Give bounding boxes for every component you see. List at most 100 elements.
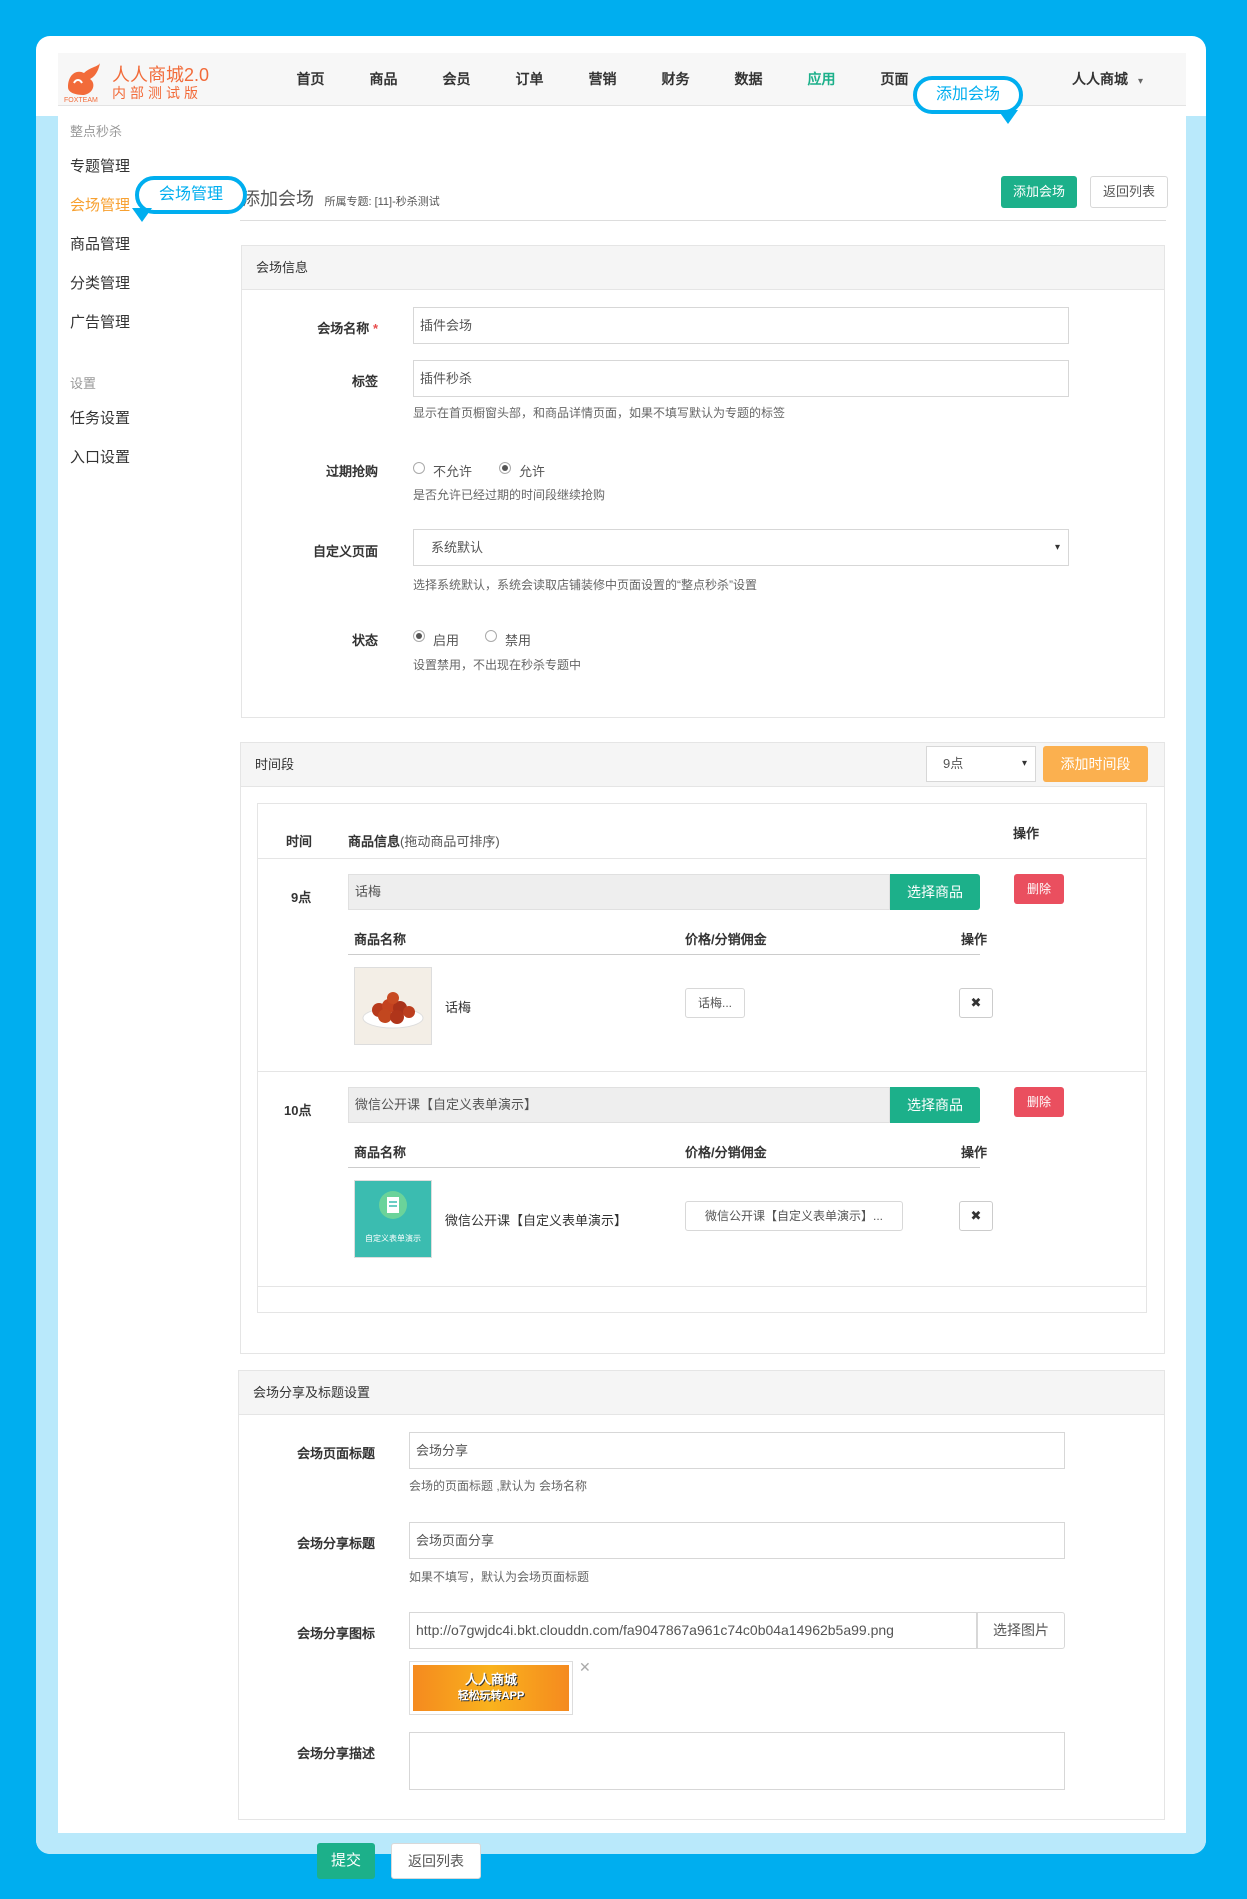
slot-9-goods-thumbnail [354, 967, 432, 1045]
user-name: 人人商城 [1072, 71, 1128, 87]
slot-10-delete-button[interactable]: 删除 [1014, 1087, 1064, 1117]
plum-image-icon [355, 968, 431, 1044]
submit-button[interactable]: 提交 [317, 1843, 375, 1879]
table-header-divider [258, 858, 1146, 859]
nav-data[interactable]: 数据 [712, 53, 785, 105]
select-caret-icon: ▾ [1054, 542, 1060, 553]
hour-select[interactable]: 9点 ▾ [926, 746, 1036, 782]
nav-orders[interactable]: 订单 [493, 53, 566, 105]
page-heading: 添加会场 所属专题: [11]-秒杀测试 [242, 185, 440, 211]
slot-9-subheader-divider [348, 954, 980, 955]
venue-info-panel: 会场信息 会场名称 * 插件会场 标签 插件秒杀 显示在首页橱窗头部，和商品详情… [241, 245, 1165, 718]
sidebar-item-venues[interactable]: 会场管理 [70, 194, 130, 215]
page-title-input[interactable]: 会场分享 [409, 1432, 1065, 1469]
custom-page-value: 系统默认 [431, 540, 484, 555]
add-venue-button[interactable]: 添加会场 [1001, 176, 1077, 208]
venue-name-input[interactable]: 插件会场 [413, 307, 1069, 344]
sidebar-item-task-settings[interactable]: 任务设置 [70, 407, 130, 428]
page-title-label: 会场页面标题 [296, 1446, 375, 1461]
col-action-header: 操作 [1013, 826, 1040, 841]
sidebar-item-ads[interactable]: 广告管理 [70, 311, 130, 332]
slot-10-thumb-caption: 自定义表单演示 [365, 1234, 421, 1243]
status-label: 状态 [351, 633, 378, 648]
brand-logo[interactable]: 人人商城2.0 内部测试版 FOXTEAM [64, 57, 214, 104]
hour-select-value: 9点 [943, 756, 964, 771]
tag-input[interactable]: 插件秒杀 [413, 360, 1069, 397]
venue-manage-callout-tail [132, 208, 152, 222]
page-subtitle: 所属专题: [11]-秒杀测试 [324, 196, 440, 208]
nav-finance[interactable]: 财务 [639, 53, 712, 105]
slot-10-subheader-divider [348, 1167, 980, 1168]
status-enable-label: 启用 [433, 633, 460, 648]
brand-small-text: FOXTEAM [64, 97, 98, 104]
hour-caret-icon: ▾ [1021, 758, 1027, 769]
slot-9-select-goods-button[interactable]: 选择商品 [890, 874, 980, 910]
slot-9-remove-goods-button[interactable]: ✖ [959, 988, 993, 1018]
nav-apps[interactable]: 应用 [785, 53, 858, 105]
add-venue-callout: 添加会场 [913, 76, 1023, 114]
required-mark: * [372, 321, 378, 336]
status-enable-radio[interactable] [413, 630, 425, 642]
remove-image-icon[interactable]: ✕ [579, 1659, 591, 1676]
slot-10-goods-name-header: 商品名称 [354, 1145, 407, 1160]
sidebar-item-topics[interactable]: 专题管理 [70, 155, 130, 176]
slot-9-title-input[interactable]: 话梅 [348, 874, 890, 910]
nav-marketing[interactable]: 营销 [566, 53, 639, 105]
slot-10-price-button[interactable]: 微信公开课【自定义表单演示】... [685, 1201, 903, 1231]
slot-10-select-goods-button[interactable]: 选择商品 [890, 1087, 980, 1123]
expired-allow-radio[interactable] [499, 462, 511, 474]
col-time-header: 时间 [286, 834, 313, 849]
slot-9-goods-name-header: 商品名称 [354, 932, 407, 947]
custom-page-select[interactable]: 系统默认 ▾ [413, 529, 1069, 566]
venue-info-title: 会场信息 [242, 246, 1164, 290]
main-nav: 首页 商品 会员 订单 营销 财务 数据 应用 页面 [274, 53, 931, 105]
nav-members[interactable]: 会员 [420, 53, 493, 105]
back-to-list-button[interactable]: 返回列表 [1090, 176, 1168, 208]
slot-9-action-header: 操作 [961, 932, 988, 947]
share-image-line1: 人人商城 [464, 1672, 517, 1687]
share-icon-label: 会场分享图标 [296, 1626, 375, 1641]
share-icon-url-input[interactable]: http://o7gwjdc4i.bkt.clouddn.com/fa90478… [409, 1612, 977, 1649]
slot-10-remove-goods-button[interactable]: ✖ [959, 1201, 993, 1231]
status-help-text: 设置禁用，不出现在秒杀专题中 [413, 658, 582, 672]
slot-time-10: 10点 [284, 1103, 312, 1118]
expired-purchase-label: 过期抢购 [325, 464, 378, 479]
sidebar-section-title: 整点秒杀 [70, 124, 123, 139]
share-title-label: 会场分享标题 [296, 1536, 375, 1551]
time-slot-panel: 时间段 9点 ▾ 添加时间段 时间 商品信息(拖动商品可排序) 操作 9点 话梅 … [240, 742, 1165, 1354]
share-desc-textarea[interactable] [409, 1732, 1065, 1790]
slot-10-title-input[interactable]: 微信公开课【自定义表单演示】 [348, 1087, 890, 1123]
slot-10-action-header: 操作 [961, 1145, 988, 1160]
share-desc-label: 会场分享描述 [296, 1746, 375, 1761]
col-goods-title: 商品信息 [348, 834, 401, 849]
slot-divider [258, 1071, 1146, 1072]
status-disable-label: 禁用 [505, 633, 532, 648]
table-bottom-divider [258, 1286, 1146, 1287]
slot-9-delete-button[interactable]: 删除 [1014, 874, 1064, 904]
share-title-help-text: 如果不填写，默认为会场页面标题 [409, 1570, 590, 1584]
select-image-button[interactable]: 选择图片 [977, 1612, 1065, 1649]
col-goods-header: 商品信息(拖动商品可排序) [348, 831, 500, 850]
expired-disallow-radio[interactable] [413, 462, 425, 474]
slot-9-price-button[interactable]: 话梅... [685, 988, 745, 1018]
sidebar-item-entry-settings[interactable]: 入口设置 [70, 446, 130, 467]
expired-allow-label: 允许 [519, 464, 546, 479]
footer-back-button[interactable]: 返回列表 [391, 1843, 481, 1879]
share-settings-title: 会场分享及标题设置 [239, 1371, 1164, 1415]
brand-subtitle: 内部测试版 [112, 85, 202, 101]
sidebar-item-goods[interactable]: 商品管理 [70, 233, 130, 254]
caret-down-icon: ▾ [1138, 76, 1144, 87]
add-time-slot-button[interactable]: 添加时间段 [1043, 746, 1148, 782]
sidebar-settings-title: 设置 [70, 376, 97, 391]
app-page: 人人商城2.0 内部测试版 FOXTEAM 首页 商品 会员 订单 营销 财务 … [58, 53, 1186, 1879]
user-menu[interactable]: 人人商城 ▾ [1072, 53, 1143, 108]
form-document-icon [379, 1191, 407, 1219]
slot-10-price-header: 价格/分销佣金 [685, 1145, 767, 1160]
nav-home[interactable]: 首页 [274, 53, 347, 105]
status-disable-radio[interactable] [485, 630, 497, 642]
nav-goods[interactable]: 商品 [347, 53, 420, 105]
sidebar-item-categories[interactable]: 分类管理 [70, 272, 130, 293]
expired-help-text: 是否允许已经过期的时间段继续抢购 [413, 488, 606, 502]
share-title-input[interactable]: 会场页面分享 [409, 1522, 1065, 1559]
time-slot-table: 时间 商品信息(拖动商品可排序) 操作 9点 话梅 选择商品 删除 商品名称 价… [257, 803, 1147, 1313]
